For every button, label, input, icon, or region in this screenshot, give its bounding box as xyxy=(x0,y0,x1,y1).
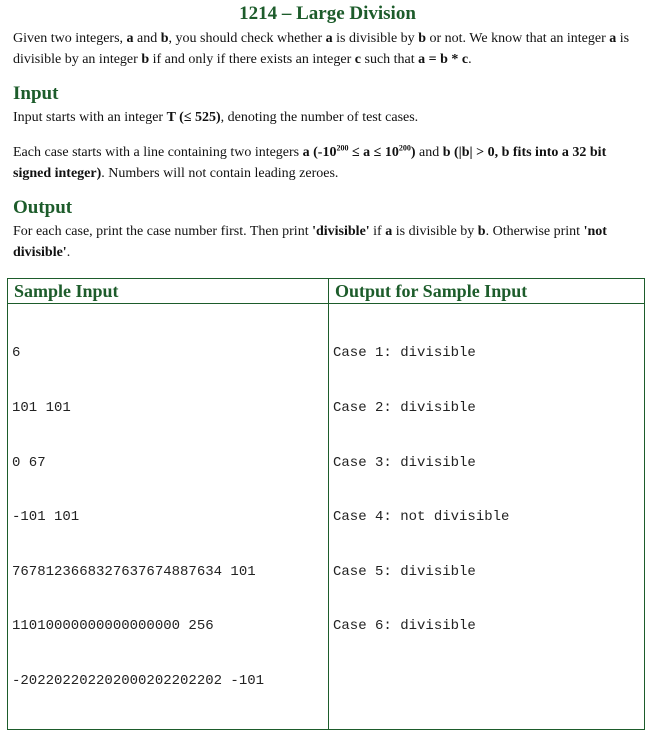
output-text: is divisible by xyxy=(392,224,478,239)
input-line: 7678123668327637674887634 101 xyxy=(12,563,256,580)
sample-input-header: Sample Input xyxy=(14,281,119,301)
problem-page: 1214 – Large Division Given two integers… xyxy=(0,0,655,730)
input-text: , denoting the number of test cases. xyxy=(220,110,419,125)
sample-input-header-cell: Sample Input xyxy=(7,278,329,304)
output-line: Case 5: divisible xyxy=(333,563,476,580)
var-b: b xyxy=(160,31,169,46)
output-line: Case 2: divisible xyxy=(333,400,476,416)
intro-text: or not. We know that an integer xyxy=(425,31,610,46)
var-a: a xyxy=(325,31,333,46)
intro-text: , you should check whether xyxy=(168,31,326,46)
var-b: b xyxy=(418,31,426,46)
intro-text: . xyxy=(468,52,472,67)
sample-input-cell: 6 101 101 0 67 -101 101 7678123668327637… xyxy=(7,303,329,730)
sample-output-header-cell: Output for Sample Input xyxy=(328,278,645,304)
input-text: Each case starts with a line containing … xyxy=(13,145,303,160)
sample-input-block: 6 101 101 0 67 -101 101 7678123668327637… xyxy=(8,304,328,729)
sample-table: Sample Input Output for Sample Input 6 1… xyxy=(7,278,645,730)
input-line: -101 101 xyxy=(12,509,80,526)
intro-text: is divisible by xyxy=(332,31,419,46)
input-text: . Numbers will not contain leading zeroe… xyxy=(101,166,339,181)
input-line: 6 xyxy=(12,345,21,362)
sample-header-row: Sample Input Output for Sample Input xyxy=(7,278,645,304)
output-heading: Output xyxy=(13,197,73,218)
output-text: . Otherwise print xyxy=(485,224,584,239)
sample-output-block: Case 1: divisible Case 2: divisible Case… xyxy=(329,304,644,674)
input-line: 0 67 xyxy=(12,454,46,471)
intro-text: and xyxy=(133,31,161,46)
exponent: 200 xyxy=(336,143,349,153)
output-line: Case 6: divisible xyxy=(333,618,476,635)
problem-title: 1214 – Large Division xyxy=(239,3,416,24)
a-constraint-part: ≤ a ≤ 10 xyxy=(348,145,399,160)
t-constraint: T (≤ 525) xyxy=(166,110,221,125)
input-text: and xyxy=(415,145,443,160)
sample-output-header: Output for Sample Input xyxy=(335,281,528,301)
exponent: 200 xyxy=(398,143,411,153)
a-constraint: a (-10200 ≤ a ≤ 10200) xyxy=(302,143,416,160)
output-line: Case 4: not divisible xyxy=(333,509,510,526)
sample-body-row: 6 101 101 0 67 -101 101 7678123668327637… xyxy=(7,303,645,730)
output-text: For each case, print the case number fir… xyxy=(13,224,313,239)
input-line: -202202202202000202202202 -101 xyxy=(12,672,265,689)
intro-text: if and only if there exists an integer xyxy=(149,52,355,67)
output-text: if xyxy=(369,224,386,239)
var-b: b xyxy=(477,224,486,239)
input-line: 101 101 xyxy=(12,400,71,416)
output-text: . xyxy=(66,245,71,260)
input-text: Input starts with an integer xyxy=(13,110,167,125)
input-paragraph-2: Each case starts with a line containing … xyxy=(13,142,643,184)
output-paragraph: For each case, print the case number fir… xyxy=(13,221,643,263)
input-paragraph-1: Input starts with an integer T (≤ 525), … xyxy=(13,107,643,128)
equation: a = b * c xyxy=(418,52,469,67)
var-b: b xyxy=(141,52,150,67)
output-line: Case 3: divisible xyxy=(333,454,476,471)
divisible-literal: 'divisible' xyxy=(312,224,370,239)
var-a: a xyxy=(126,31,134,46)
intro-paragraph: Given two integers, a and b, you should … xyxy=(13,28,643,70)
input-heading: Input xyxy=(13,83,59,104)
output-line: Case 1: divisible xyxy=(333,345,476,362)
a-constraint-part: a (-10 xyxy=(302,145,337,160)
intro-text: Given two integers, xyxy=(13,31,127,46)
intro-text: such that xyxy=(361,52,419,67)
input-line: 11010000000000000000 256 xyxy=(12,618,214,635)
sample-output-cell: Case 1: divisible Case 2: divisible Case… xyxy=(328,303,645,730)
